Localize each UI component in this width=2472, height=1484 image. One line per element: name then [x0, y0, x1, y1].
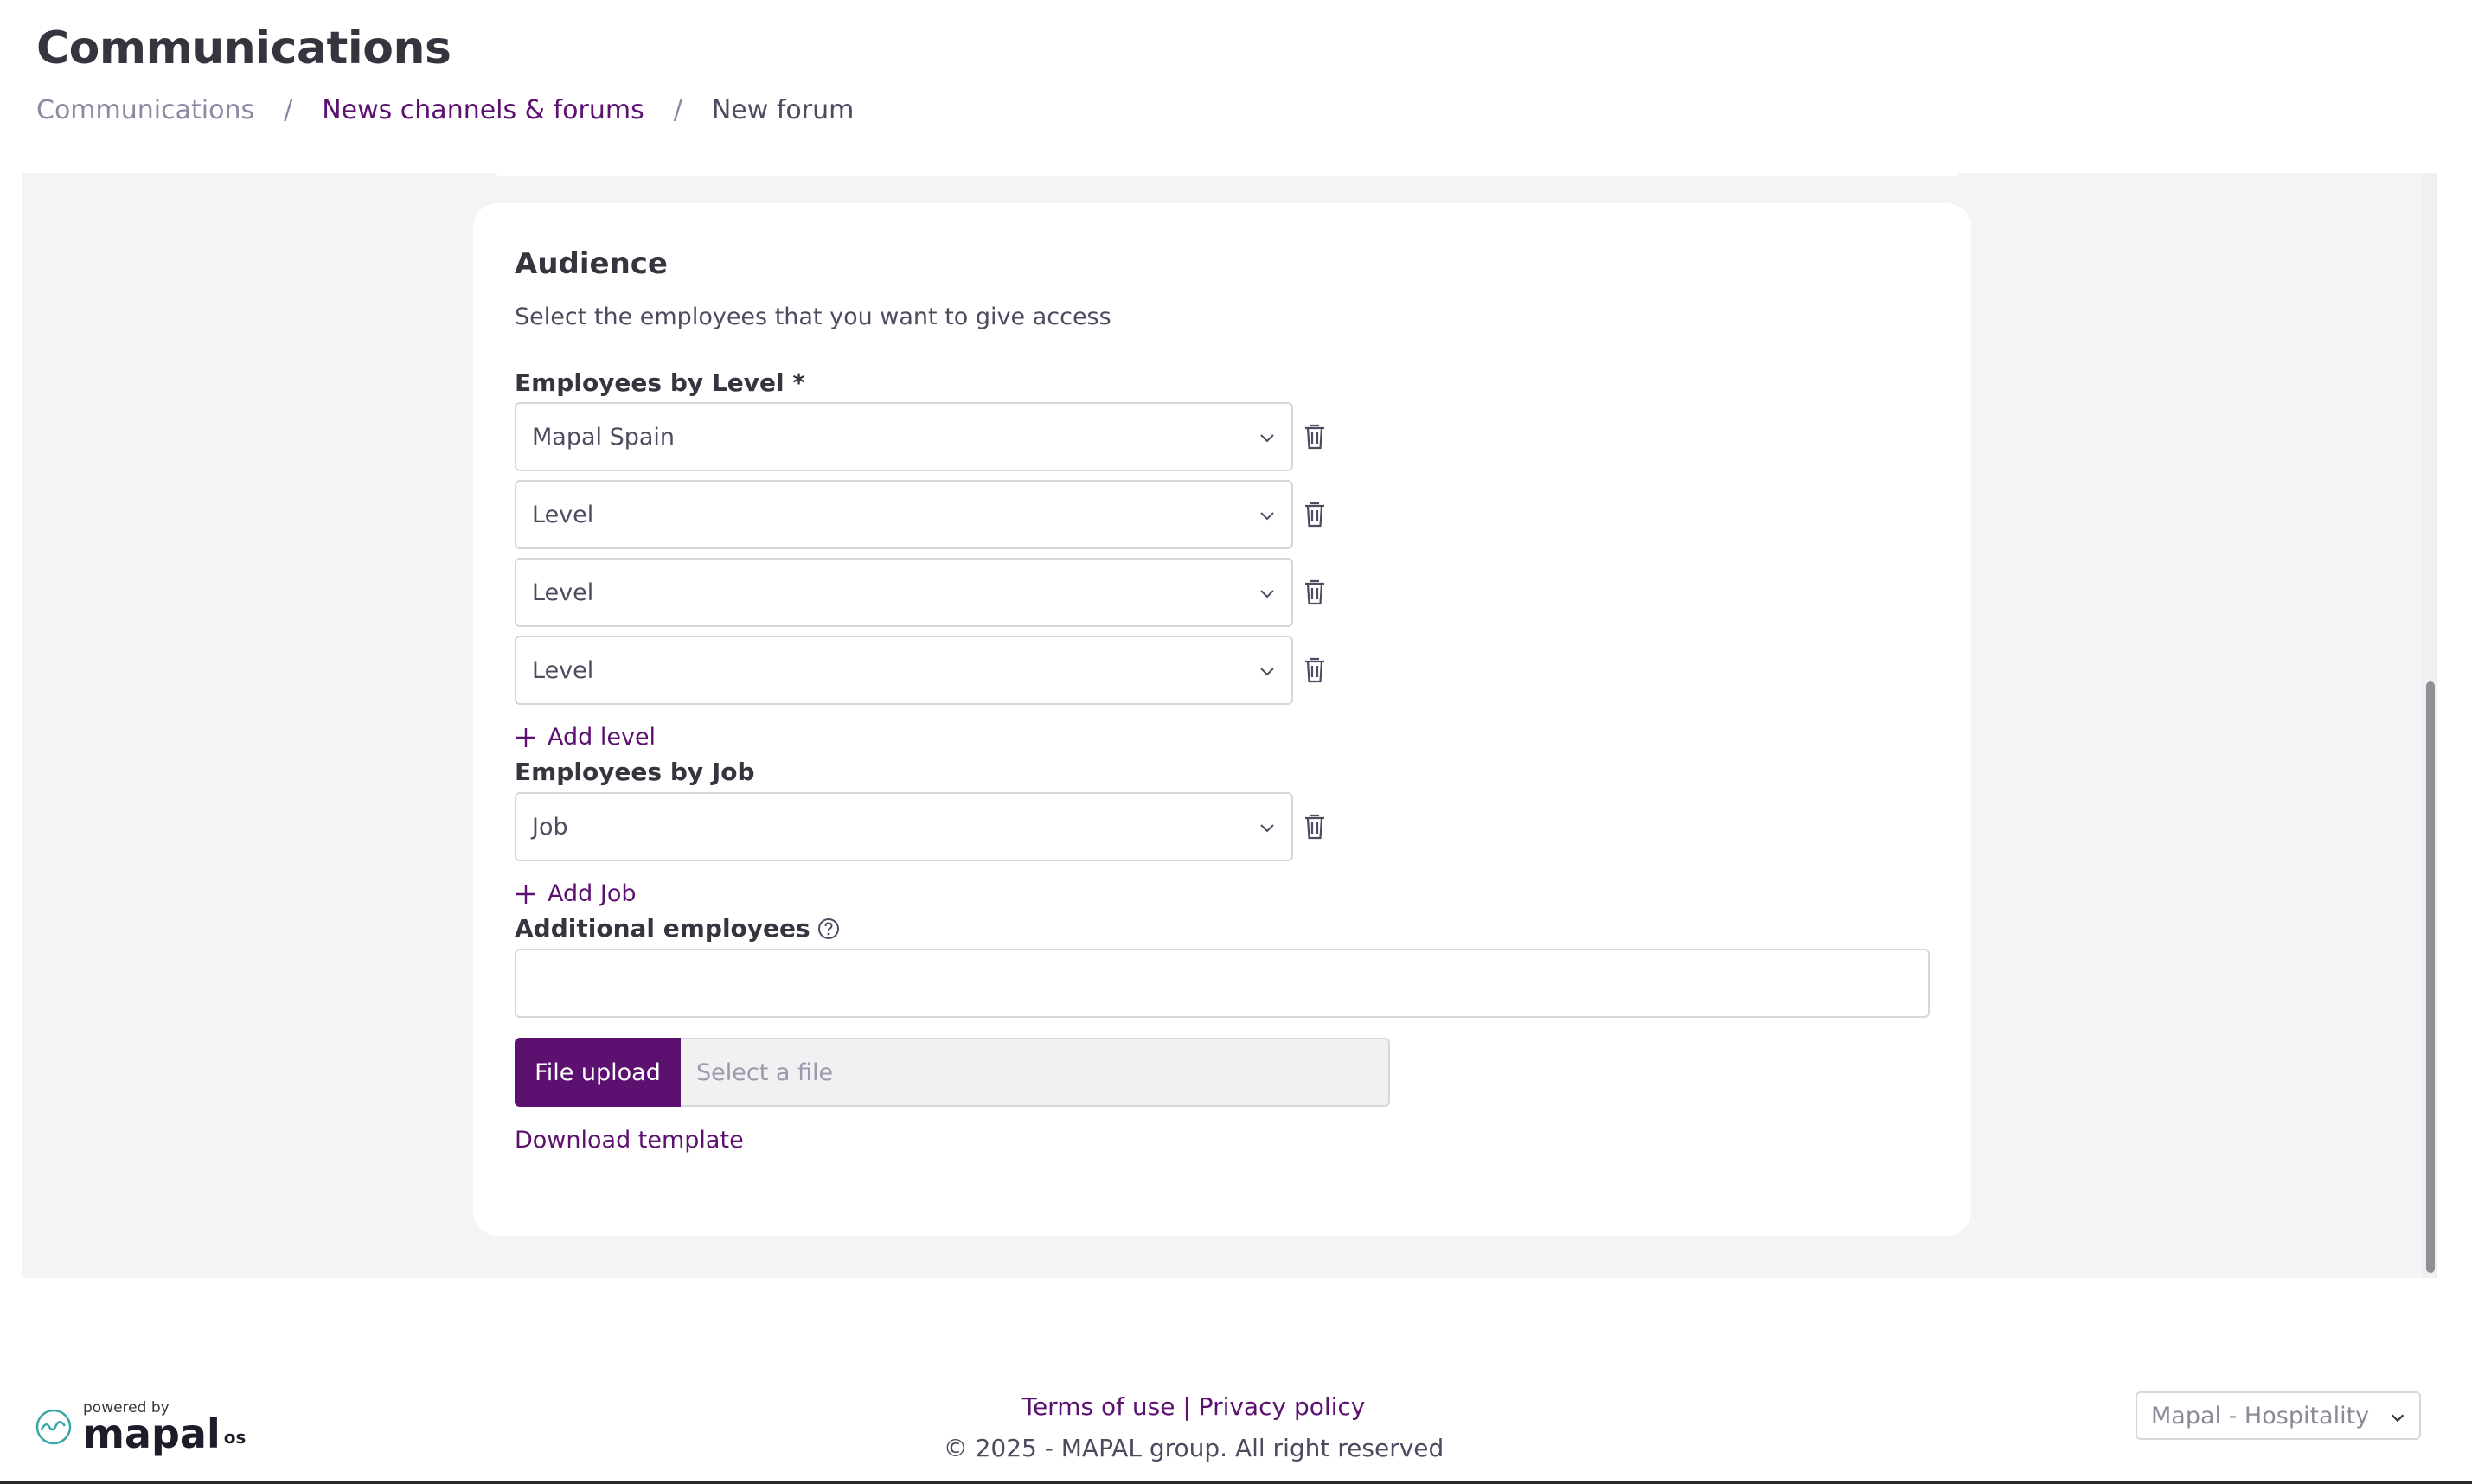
- terms-of-use-link[interactable]: Terms of use: [1022, 1392, 1175, 1421]
- level-select[interactable]: Mapal Spain: [515, 402, 1293, 471]
- level-select-value: Level: [532, 656, 594, 684]
- level-select-value: Mapal Spain: [532, 423, 676, 451]
- chevron-down-icon: [1260, 590, 1274, 598]
- breadcrumb-current: New forum: [711, 95, 855, 125]
- additional-employees-label: Additional employees: [515, 914, 810, 943]
- chevron-down-icon: [1260, 434, 1274, 443]
- breadcrumb: Communications / News channels & forums …: [36, 95, 854, 125]
- level-select[interactable]: Level: [515, 636, 1293, 705]
- level-row: Level: [515, 480, 1328, 549]
- file-select-placeholder: Select a file: [696, 1059, 834, 1086]
- level-select-value: Level: [532, 579, 594, 606]
- level-row: Level: [515, 636, 1328, 705]
- level-select-value: Level: [532, 501, 594, 528]
- add-level-label: Add level: [548, 724, 656, 751]
- chevron-down-icon: [2391, 1414, 2405, 1423]
- add-job-button[interactable]: Add Job: [515, 880, 636, 907]
- chevron-down-icon: [1260, 668, 1274, 676]
- audience-description: Select the employees that you want to gi…: [515, 304, 1111, 330]
- file-upload-button[interactable]: File upload: [515, 1038, 681, 1107]
- download-template-link[interactable]: Download template: [515, 1127, 744, 1154]
- file-select-field[interactable]: Select a file: [681, 1038, 1390, 1107]
- footer-links: Terms of use | Privacy policy: [0, 1392, 2387, 1421]
- organization-select-value: Mapal - Hospitality: [2151, 1402, 2370, 1430]
- footer-link-separator: |: [1182, 1392, 1191, 1421]
- level-select[interactable]: Level: [515, 558, 1293, 627]
- add-level-button[interactable]: Add level: [515, 724, 656, 751]
- footer: powered by mapal os Terms of use | Privac…: [0, 1278, 2472, 1484]
- breadcrumb-news-channels[interactable]: News channels & forums: [322, 95, 644, 125]
- add-job-label: Add Job: [548, 880, 637, 907]
- help-icon[interactable]: [817, 918, 840, 940]
- audience-title: Audience: [515, 246, 668, 281]
- level-select[interactable]: Level: [515, 480, 1293, 549]
- additional-employees-label-row: Additional employees: [515, 914, 840, 943]
- window-bottom-edge: [0, 1481, 2472, 1484]
- job-select[interactable]: Job: [515, 792, 1293, 861]
- organization-select[interactable]: Mapal - Hospitality: [2136, 1391, 2421, 1440]
- plus-icon: [516, 884, 535, 904]
- plus-icon: [516, 727, 535, 747]
- breadcrumb-separator: /: [673, 95, 682, 125]
- page-title: Communications: [36, 22, 451, 74]
- employees-by-job-label: Employees by Job: [515, 758, 755, 786]
- chevron-down-icon: [1260, 824, 1274, 833]
- breadcrumb-separator: /: [284, 95, 293, 125]
- page-header: Communications Communications / News cha…: [0, 0, 2472, 173]
- audience-card: Audience Select the employees that you w…: [473, 203, 1971, 1236]
- copyright: © 2025 - MAPAL group. All right reserved: [943, 1434, 1444, 1462]
- level-row: Level: [515, 558, 1328, 627]
- privacy-policy-link[interactable]: Privacy policy: [1199, 1392, 1366, 1421]
- chevron-down-icon: [1260, 512, 1274, 521]
- level-row: Mapal Spain: [515, 402, 1328, 471]
- trash-icon[interactable]: [1302, 656, 1328, 685]
- trash-icon[interactable]: [1302, 812, 1328, 841]
- file-upload-group: File upload Select a file: [515, 1038, 1390, 1107]
- trash-icon[interactable]: [1302, 578, 1328, 607]
- breadcrumb-communications[interactable]: Communications: [36, 95, 254, 125]
- job-row: Job: [515, 792, 1328, 861]
- trash-icon[interactable]: [1302, 422, 1328, 451]
- previous-card-edge: [496, 173, 1958, 176]
- trash-icon[interactable]: [1302, 500, 1328, 529]
- employees-by-level-label: Employees by Level *: [515, 368, 805, 397]
- job-select-value: Job: [532, 813, 568, 841]
- additional-employees-input[interactable]: [515, 949, 1930, 1018]
- scrollbar-thumb[interactable]: [2426, 681, 2435, 1273]
